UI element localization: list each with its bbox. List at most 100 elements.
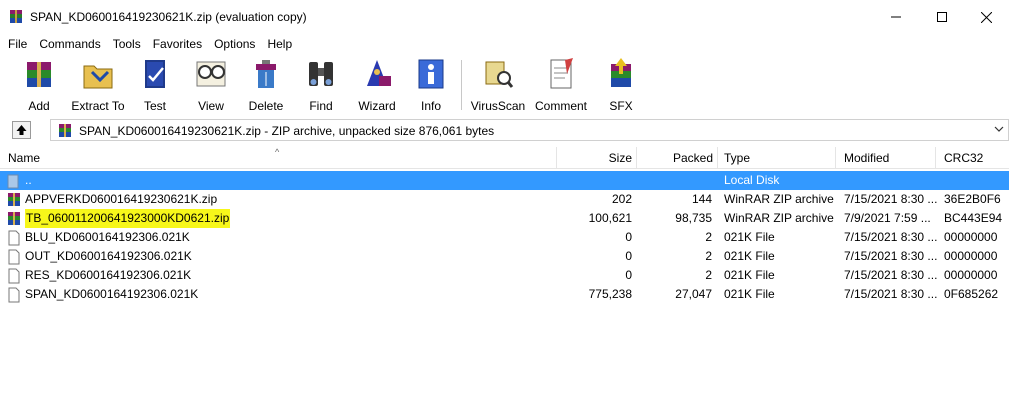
menu-options[interactable]: Options: [210, 37, 259, 51]
table-row[interactable]: APPVERKD060016419230621K.zip 202 144 Win…: [0, 190, 1009, 209]
file-crc: 36E2B0F6: [944, 192, 1001, 206]
zip-archive-icon: [8, 211, 20, 225]
file-name: OUT_KD0600164192306.021K: [25, 249, 192, 263]
sfx-icon: [611, 58, 631, 87]
archive-path-combobox[interactable]: SPAN_KD060016419230621K.zip - ZIP archiv…: [50, 119, 1009, 141]
winrar-icon: [10, 10, 22, 23]
maximize-button[interactable]: [919, 0, 965, 34]
file-modified: [844, 171, 938, 190]
view-button[interactable]: View: [183, 56, 239, 114]
virusscan-button[interactable]: VirusScan: [469, 56, 527, 114]
file-modified: 7/9/2021 7:59 ...: [844, 211, 931, 225]
column-type[interactable]: Type: [718, 147, 836, 169]
menu-bar: File Commands Tools Favorites Options He…: [0, 34, 296, 54]
table-row[interactable]: RES_KD0600164192306.021K 0 2 021K File 7…: [0, 266, 1009, 285]
table-row[interactable]: BLU_KD0600164192306.021K 0 2 021K File 7…: [0, 228, 1009, 247]
file-packed: 144: [691, 192, 712, 206]
file-name: APPVERKD060016419230621K.zip: [25, 192, 218, 206]
file-name: RES_KD0600164192306.021K: [25, 268, 192, 282]
file-size: 100,621: [588, 211, 632, 225]
find-button[interactable]: Find: [293, 56, 349, 114]
menu-file[interactable]: File: [4, 37, 31, 51]
column-size[interactable]: Size: [557, 147, 637, 169]
column-modified[interactable]: Modified: [836, 147, 936, 169]
file-name: ..: [25, 173, 32, 187]
parent-folder-icon: [7, 174, 19, 188]
file-icon: [8, 287, 20, 302]
up-folder-button[interactable]: [12, 121, 31, 139]
sfx-label: SFX: [609, 99, 633, 113]
delete-label: Delete: [248, 99, 284, 113]
file-size: 202: [611, 192, 632, 206]
binoculars-icon: [309, 62, 333, 86]
add-button[interactable]: Add: [11, 56, 67, 114]
wizard-button[interactable]: Wizard: [349, 56, 405, 114]
zip-archive-icon: [59, 124, 71, 137]
close-icon: [980, 11, 992, 23]
file-list: .. Local Disk APPVERKD060016419230621K.z…: [0, 171, 1009, 304]
file-type: Local Disk: [724, 173, 780, 187]
extract-folder-icon: [83, 65, 113, 89]
file-type: 021K File: [724, 287, 775, 301]
sfx-button[interactable]: SFX: [593, 56, 649, 114]
add-label: Add: [28, 99, 50, 113]
up-arrow-icon: [16, 125, 27, 135]
file-crc: BC443E94: [944, 211, 1003, 225]
toolbar-separator: [461, 60, 462, 110]
file-packed: 2: [705, 230, 712, 244]
info-icon: [418, 59, 444, 89]
address-bar: SPAN_KD060016419230621K.zip - ZIP archiv…: [0, 117, 1009, 143]
file-size: [560, 171, 632, 190]
minimize-button[interactable]: [873, 0, 919, 34]
menu-tools[interactable]: Tools: [109, 37, 145, 51]
test-book-icon: [145, 60, 165, 88]
wizard-label: Wizard: [358, 99, 396, 113]
menu-help[interactable]: Help: [263, 37, 296, 51]
wizard-icon: [367, 60, 391, 86]
file-type: 021K File: [724, 249, 775, 263]
table-row[interactable]: .. Local Disk: [0, 171, 1009, 190]
chevron-down-icon[interactable]: [994, 124, 1004, 134]
file-size: 775,238: [588, 287, 632, 301]
delete-icon: [256, 60, 276, 88]
comment-label: Comment: [534, 99, 587, 113]
file-list-header: ^ Name Size Packed Type Modified CRC32: [0, 147, 1009, 169]
file-type: 021K File: [724, 268, 775, 282]
title-bar[interactable]: SPAN_KD060016419230621K.zip (evaluation …: [0, 0, 1009, 34]
view-label: View: [198, 99, 224, 113]
archive-path-text: SPAN_KD060016419230621K.zip - ZIP archiv…: [79, 124, 495, 138]
file-packed: 2: [705, 249, 712, 263]
info-button[interactable]: Info: [403, 56, 459, 114]
table-row[interactable]: SPAN_KD0600164192306.021K 775,238 27,047…: [0, 285, 1009, 304]
table-row[interactable]: OUT_KD0600164192306.021K 0 2 021K File 7…: [0, 247, 1009, 266]
file-crc: 00000000: [944, 230, 998, 244]
info-label: Info: [420, 99, 441, 113]
delete-button[interactable]: Delete: [238, 56, 294, 114]
file-icon: [8, 230, 20, 245]
virusscan-icon: [485, 61, 514, 88]
close-button[interactable]: [963, 0, 1009, 34]
file-name-highlighted: TB_060011200641923000KD0621.zip: [25, 209, 231, 228]
menu-commands[interactable]: Commands: [35, 37, 104, 51]
file-crc: 00000000: [944, 249, 998, 263]
test-button[interactable]: Test: [127, 56, 183, 114]
add-archive-icon: [27, 62, 51, 87]
file-crc: 0F685262: [944, 287, 999, 301]
file-name: BLU_KD0600164192306.021K: [25, 230, 190, 244]
file-size: 0: [625, 249, 632, 263]
table-row[interactable]: TB_060011200641923000KD0621.zip 100,621 …: [0, 209, 1009, 228]
file-type: 021K File: [724, 230, 775, 244]
column-crc32[interactable]: CRC32: [936, 147, 1009, 169]
file-size: 0: [625, 268, 632, 282]
column-name[interactable]: Name: [0, 147, 557, 169]
file-size: 0: [625, 230, 632, 244]
file-crc: 00000000: [944, 268, 998, 282]
window-title: SPAN_KD060016419230621K.zip (evaluation …: [30, 10, 307, 24]
extract-to-button[interactable]: Extract To: [69, 56, 127, 114]
virusscan-label: VirusScan: [470, 99, 526, 113]
column-packed[interactable]: Packed: [637, 147, 718, 169]
menu-favorites[interactable]: Favorites: [149, 37, 206, 51]
file-packed: 98,735: [675, 211, 712, 225]
file-modified: 7/15/2021 8:30 ...: [844, 287, 938, 301]
comment-button[interactable]: Comment: [532, 56, 590, 114]
